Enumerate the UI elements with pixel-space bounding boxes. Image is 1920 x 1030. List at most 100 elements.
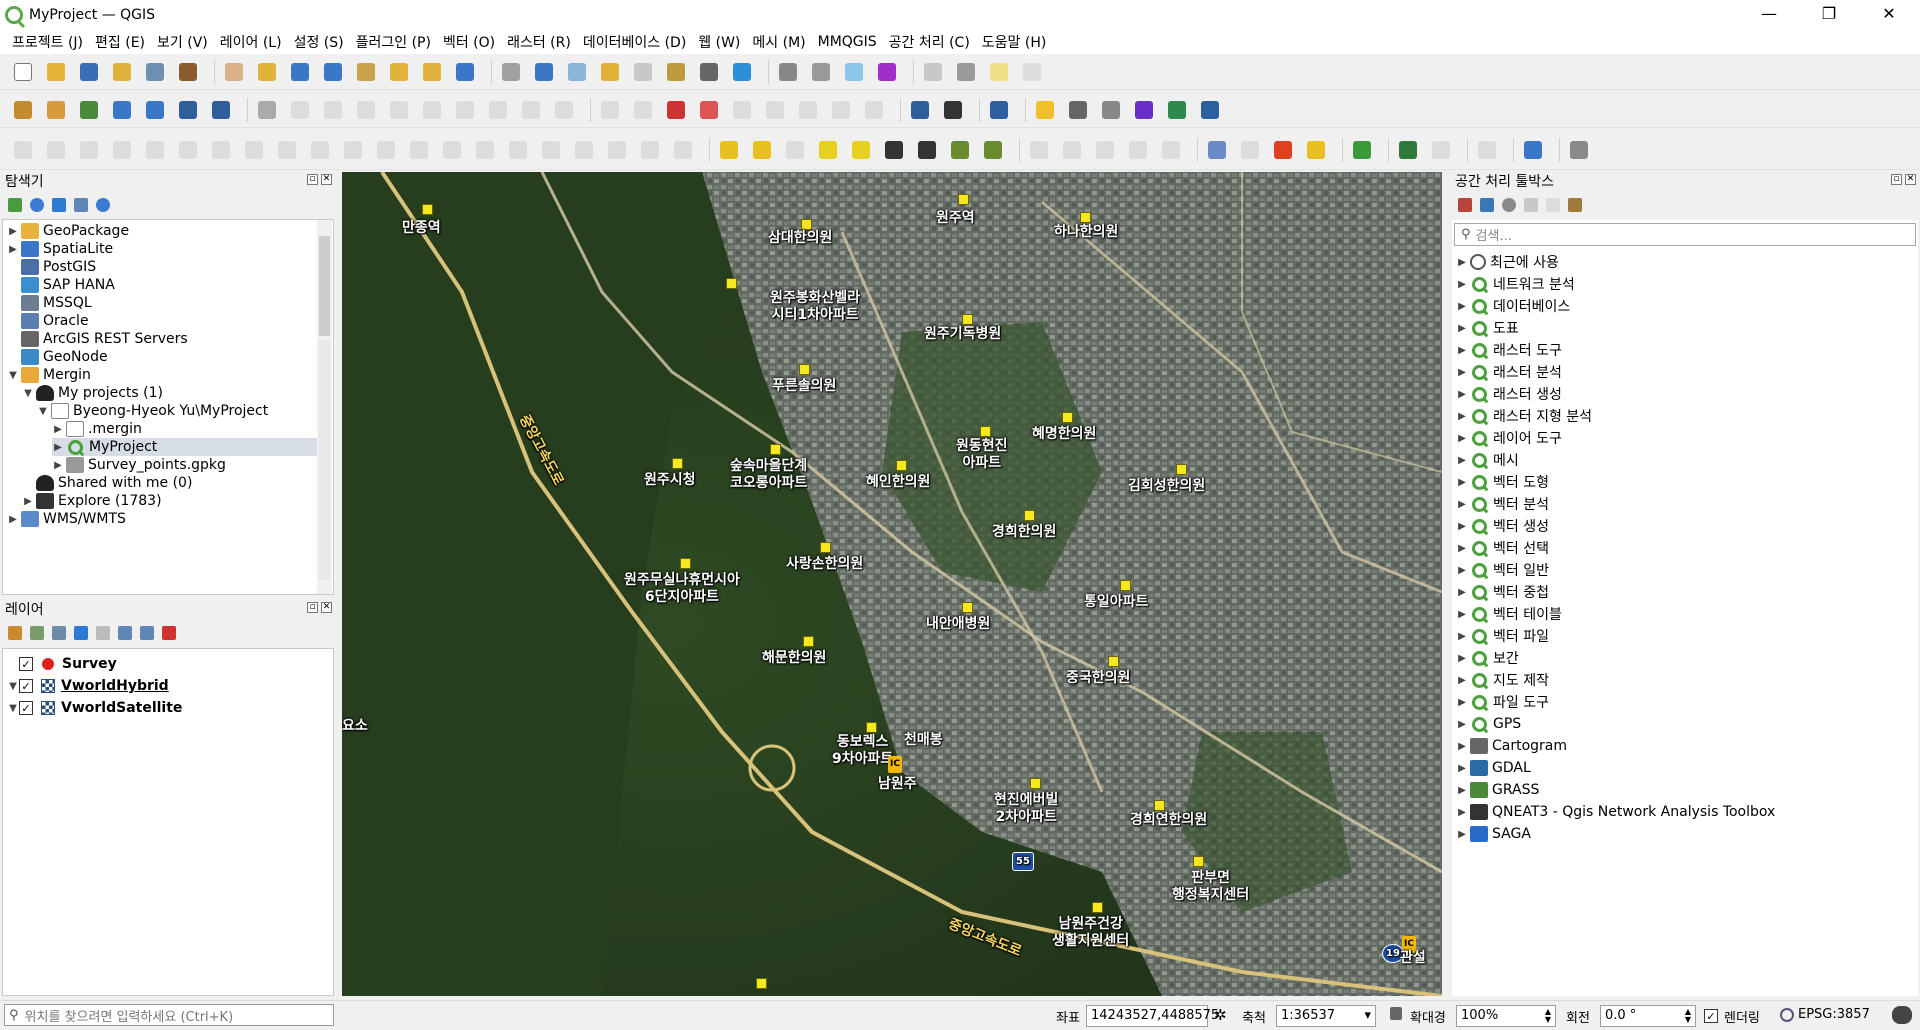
chevron-right-icon[interactable]: ▶ — [1456, 433, 1468, 444]
tb3-tool-icon-20[interactable] — [670, 137, 696, 163]
tb1-tool-icon-27[interactable] — [841, 59, 867, 85]
filter-icon[interactable] — [52, 198, 66, 212]
tb3-tool-icon-35[interactable] — [1125, 137, 1151, 163]
toolbox-group[interactable]: ▶ 도표 — [1456, 318, 1519, 338]
toolbox-group[interactable]: ▶ 데이터베이스 — [1456, 296, 1570, 316]
tb3-tool-icon-9[interactable] — [307, 137, 333, 163]
tb1-tool-icon-7[interactable] — [221, 59, 247, 85]
chevron-right-icon[interactable]: ▶ — [1456, 543, 1468, 554]
tb3-tool-icon-15[interactable] — [505, 137, 531, 163]
layer-styling-icon[interactable] — [8, 626, 22, 640]
tb1-tool-icon-4[interactable] — [142, 59, 168, 85]
crs-button[interactable]: EPSG:3857 — [1798, 1007, 1870, 1022]
menu-item-5[interactable]: 플러그인 (P) — [350, 32, 437, 52]
toolbox-group[interactable]: ▶ 보간 — [1456, 648, 1519, 668]
browser-item[interactable]: GeoNode — [7, 348, 108, 366]
browser-item[interactable]: ▶ WMS/WMTS — [7, 510, 126, 528]
chevron-right-icon[interactable]: ▶ — [1456, 389, 1468, 400]
chevron-right-icon[interactable]: ▶ — [1456, 565, 1468, 576]
tb1-tool-icon-12[interactable] — [386, 59, 412, 85]
tb1-tool-icon-33[interactable] — [1019, 59, 1045, 85]
tb2-tool-icon-36[interactable] — [1098, 97, 1124, 123]
tb2-tool-icon-20[interactable] — [630, 97, 656, 123]
chevron-right-icon[interactable]: ▶ — [1456, 345, 1468, 356]
tb1-tool-icon-18[interactable] — [564, 59, 590, 85]
toolbox-group[interactable]: ▶ Cartogram — [1456, 736, 1567, 756]
tb3-tool-icon-43[interactable] — [1349, 137, 1375, 163]
tb1-tool-icon-19[interactable] — [597, 59, 623, 85]
layer-visibility-checkbox[interactable]: ✓ — [19, 657, 33, 671]
chevron-right-icon[interactable]: ▶ — [52, 442, 64, 453]
tb2-tool-icon-27[interactable] — [861, 97, 887, 123]
browser-item[interactable]: Oracle — [7, 312, 89, 330]
toolbox-group[interactable]: ▶ 벡터 일반 — [1456, 560, 1549, 580]
toolbox-group[interactable]: ▶ 네트워크 분석 — [1456, 274, 1575, 294]
tb1-tool-icon-13[interactable] — [419, 59, 445, 85]
scale-combobox[interactable]: 1:36537 ▾ — [1276, 1005, 1376, 1027]
tb3-tool-icon-1[interactable] — [43, 137, 69, 163]
tb3-tool-icon-13[interactable] — [439, 137, 465, 163]
tb3-tool-icon-38[interactable] — [1204, 137, 1230, 163]
tb3-tool-icon-40[interactable] — [1270, 137, 1296, 163]
tb3-tool-icon-5[interactable] — [175, 137, 201, 163]
tb1-tool-icon-10[interactable] — [320, 59, 346, 85]
tb3-tool-icon-7[interactable] — [241, 137, 267, 163]
menu-item-0[interactable]: 프로젝트 (J) — [6, 32, 89, 52]
tb1-tool-icon-31[interactable] — [953, 59, 979, 85]
chevron-right-icon[interactable]: ▶ — [1456, 279, 1468, 290]
float-panel-icon[interactable]: ▫ — [307, 174, 318, 185]
tb3-tool-icon-8[interactable] — [274, 137, 300, 163]
collapse-all-icon[interactable] — [74, 198, 88, 212]
tb3-tool-icon-16[interactable] — [538, 137, 564, 163]
toolbox-group[interactable]: ▶ GDAL — [1456, 758, 1531, 778]
tb3-tool-icon-19[interactable] — [637, 137, 663, 163]
chevron-right-icon[interactable]: ▶ — [52, 424, 64, 435]
chevron-right-icon[interactable]: ▶ — [1456, 455, 1468, 466]
tb2-tool-icon-24[interactable] — [762, 97, 788, 123]
expand-all-icon[interactable] — [118, 626, 132, 640]
tb2-tool-icon-12[interactable] — [386, 97, 412, 123]
tb2-tool-icon-10[interactable] — [320, 97, 346, 123]
toolbox-group[interactable]: ▶ SAGA — [1456, 824, 1531, 844]
browser-item[interactable]: ▶ Explore (1783) — [22, 492, 162, 510]
toolbox-group[interactable]: ▶ 벡터 도형 — [1456, 472, 1549, 492]
python-scripts-icon[interactable] — [1480, 198, 1494, 212]
tb3-tool-icon-29[interactable] — [947, 137, 973, 163]
close-panel-icon[interactable]: ✕ — [1905, 174, 1916, 185]
menu-item-6[interactable]: 벡터 (O) — [437, 32, 501, 52]
locator-search-input[interactable]: ⚲ 위치를 찾으려면 입력하세요 (Ctrl+K) — [4, 1004, 334, 1026]
tb1-tool-icon-22[interactable] — [696, 59, 722, 85]
menu-item-1[interactable]: 편집 (E) — [89, 32, 151, 52]
toggle-extents-icon[interactable]: ✲ — [1214, 1006, 1227, 1024]
expand-arrow-icon[interactable]: ▼ — [7, 681, 19, 692]
magnifier-spinbox[interactable]: 100% ▲ ▼ — [1456, 1005, 1556, 1027]
tb3-tool-icon-10[interactable] — [340, 137, 366, 163]
browser-item[interactable]: ▶ MyProject — [52, 438, 328, 456]
add-group-icon[interactable] — [30, 626, 44, 640]
chevron-right-icon[interactable]: ▶ — [7, 514, 19, 525]
chevron-down-icon[interactable]: ▼ — [37, 406, 49, 417]
tb2-tool-icon-37[interactable] — [1131, 97, 1157, 123]
chevron-right-icon[interactable]: ▶ — [1456, 411, 1468, 422]
float-panel-icon[interactable]: ▫ — [1891, 174, 1902, 185]
minimize-button[interactable]: — — [1740, 0, 1798, 30]
tb1-tool-icon-16[interactable] — [498, 59, 524, 85]
toolbox-group[interactable]: ▶ 벡터 파일 — [1456, 626, 1549, 646]
tb2-tool-icon-9[interactable] — [287, 97, 313, 123]
info-icon[interactable] — [96, 198, 110, 212]
tb3-tool-icon-34[interactable] — [1092, 137, 1118, 163]
chevron-right-icon[interactable]: ▶ — [1456, 675, 1468, 686]
expand-arrow-icon[interactable]: ▼ — [7, 703, 19, 714]
chevron-right-icon[interactable]: ▶ — [1456, 323, 1468, 334]
history-icon[interactable] — [1502, 198, 1516, 212]
tb3-tool-icon-12[interactable] — [406, 137, 432, 163]
tb2-tool-icon-23[interactable] — [729, 97, 755, 123]
chevron-right-icon[interactable]: ▶ — [1456, 257, 1468, 268]
tb3-tool-icon-48[interactable] — [1474, 137, 1500, 163]
tb1-tool-icon-2[interactable] — [76, 59, 102, 85]
tb1-tool-icon-30[interactable] — [920, 59, 946, 85]
map-canvas[interactable]: 만종역 삼대한의원 원주역 하나한의원 원주봉화산벨라 시티1차아파트 원주기독… — [342, 172, 1442, 996]
tb2-tool-icon-16[interactable] — [518, 97, 544, 123]
collapse-all-icon[interactable] — [140, 626, 154, 640]
manage-themes-icon[interactable] — [52, 626, 66, 640]
